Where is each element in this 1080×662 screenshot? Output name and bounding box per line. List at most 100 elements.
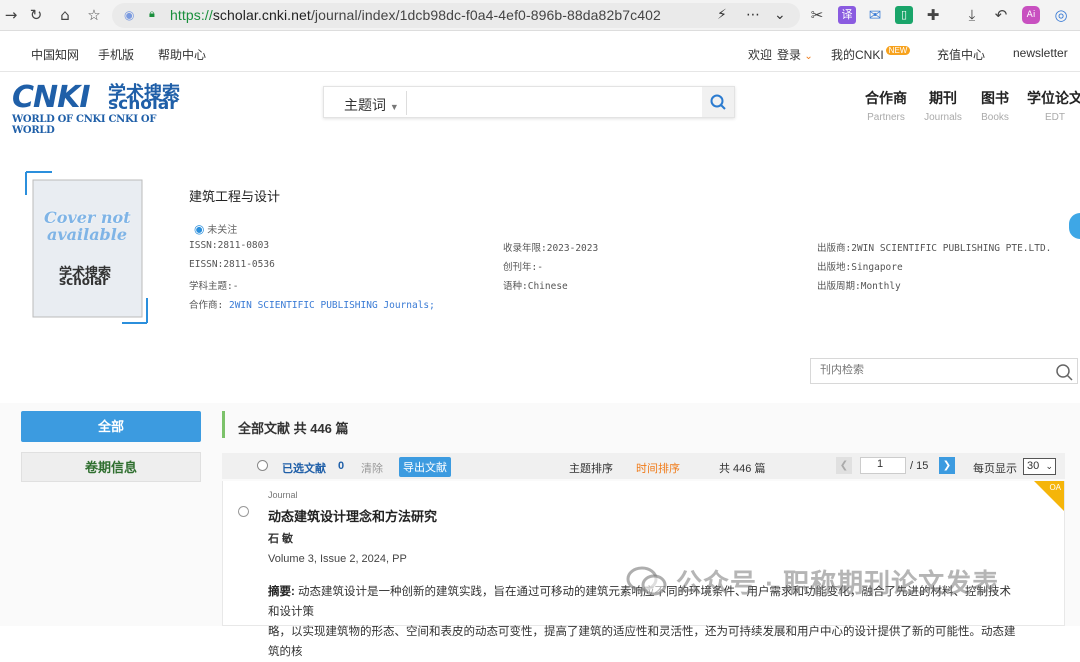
abstract-label: 摘要: [268, 586, 295, 598]
article-volume: Volume 3, Issue 2, 2024, PP [268, 553, 407, 565]
journal-cover: Cover not available 学术搜索 scholar [22, 170, 152, 325]
search-icon [710, 94, 726, 110]
total-count: 共 446 篇 [719, 463, 766, 475]
volumes-button[interactable]: 卷期信息 [21, 452, 201, 482]
side-float-button[interactable] [1069, 213, 1080, 239]
welcome-text: 欢迎 [748, 48, 773, 62]
search-button[interactable] [702, 87, 734, 117]
search-icon[interactable] [1054, 362, 1074, 382]
inner-search-box [810, 358, 1078, 384]
tab-partners-en: Partners [867, 112, 905, 123]
search-input[interactable] [414, 92, 699, 112]
site-info-icon[interactable]: ◉ [124, 8, 134, 22]
per-page-select[interactable]: 30 ⌄ [1023, 458, 1056, 475]
scissors-icon[interactable]: ✂ [808, 6, 826, 24]
abstract-line-2: 略，以实现建筑物的形态、空间和表皮的动态可变性，提高了建筑的适应性和灵活性，还为… [268, 626, 1016, 658]
login-label: 登录 [777, 48, 802, 62]
tab-journals[interactable]: 期刊 Journals [922, 88, 964, 123]
next-page-button[interactable]: ❯ [939, 457, 955, 474]
nav-cnki[interactable]: 中国知网 [31, 46, 79, 63]
partner-label: 合作商: [189, 300, 224, 311]
article-title[interactable]: 动态建筑设计理念和方法研究 [268, 506, 437, 525]
mail-icon[interactable]: ✉ [866, 6, 884, 24]
select-all-radio[interactable] [257, 460, 268, 471]
tab-journals-en: Journals [924, 112, 962, 123]
per-page-label: 每页显示 [973, 463, 1017, 475]
url-text[interactable]: https://scholar.cnki.net/journal/index/1… [170, 7, 661, 23]
eissn: EISSN:2811-0536 [189, 259, 275, 270]
lightning-icon[interactable]: ⚡ [717, 6, 727, 23]
tab-partners[interactable]: 合作商 Partners [864, 88, 908, 123]
translate-icon[interactable]: 译 [838, 6, 856, 24]
ai-icon[interactable]: Ai [1022, 6, 1040, 24]
login-link[interactable]: 登录 ⌄ [777, 46, 813, 63]
article-item: OA Journal 动态建筑设计理念和方法研究 石 敏 Volume 3, I… [222, 481, 1065, 658]
list-title: 全部文献 共 446 篇 [238, 421, 349, 436]
follow-button[interactable]: ◉ 未关注 [194, 221, 237, 236]
article-select-radio[interactable] [238, 506, 249, 517]
mycnki-label: 我的CNKI [831, 48, 884, 62]
lock-icon: 🔒︎ [149, 8, 155, 20]
all-button[interactable]: 全部 [21, 411, 201, 442]
puzzle-icon[interactable]: ✚ [924, 6, 942, 24]
tab-books-cn: 图书 [981, 90, 1009, 106]
nav-help[interactable]: 帮助中心 [158, 46, 206, 63]
page-input[interactable]: 1 [860, 457, 906, 474]
book-icon[interactable]: ▯ [895, 6, 913, 24]
favorites-icon[interactable]: ☆ [85, 6, 103, 24]
sort-topic[interactable]: 主题排序 [569, 460, 613, 476]
article-type: Journal [268, 490, 298, 500]
tab-edt-cn: 学位论文 [1027, 90, 1080, 106]
sort-time[interactable]: 时间排序 [636, 460, 680, 476]
publisher: 出版商:2WIN SCIENTIFIC PUBLISHING PTE.LTD. [817, 243, 1052, 254]
reload-icon[interactable]: ↻ [27, 6, 45, 24]
newsletter-link[interactable]: newsletter [1013, 46, 1068, 60]
frequency: 出版周期:Monthly [817, 281, 901, 292]
per-page-value: 30 [1027, 460, 1040, 472]
search-type-select[interactable]: 主题词 ▼ [344, 95, 399, 115]
new-badge: NEW [885, 46, 911, 55]
logo-tagline: WORLD OF CNKI CNKI OF WORLD [12, 114, 157, 136]
inner-search-input[interactable] [820, 364, 1040, 376]
cnki-scholar-logo[interactable]: CNKI 学术搜索 scholar WORLD OF CNKI CNKI OF … [12, 80, 192, 136]
download-icon[interactable]: ⤓ [963, 6, 981, 24]
chevron-down-icon: ⌄ [1045, 461, 1053, 471]
follow-label: 未关注 [207, 225, 238, 236]
export-button[interactable]: 导出文献 [399, 457, 451, 477]
home-icon[interactable]: ⌂ [56, 6, 74, 24]
recharge-link[interactable]: 充值中心 [937, 46, 985, 63]
logo-cnki: CNKI [12, 80, 91, 115]
language: 语种:Chinese [503, 281, 568, 292]
selected-count: 0 [338, 460, 345, 472]
partner-link[interactable]: 2WIN SCIENTIFIC PUBLISHING Journals; [229, 300, 435, 311]
place: 出版地:Singapore [817, 262, 903, 273]
search-type-label: 主题词 [344, 97, 386, 113]
tab-journals-cn: 期刊 [929, 90, 957, 106]
selected-label: 已选文献 [282, 463, 326, 475]
mycnki-link[interactable]: 我的CNKI NEW [831, 46, 911, 63]
url-path: /journal/index/1dcb98dc-f0a4-4ef0-896b-8… [310, 7, 661, 23]
issn: ISSN:2811-0803 [189, 240, 270, 251]
watermark-text: 公众号 · 职称期刊论文发表 [676, 568, 1000, 598]
eye-icon: ◉ [194, 222, 205, 236]
article-author[interactable]: 石 敏 [268, 530, 293, 546]
tab-edt[interactable]: 学位论文 EDT [1027, 88, 1080, 123]
cover-frame [25, 171, 148, 324]
clear-button[interactable]: 清除 [361, 460, 383, 476]
subject: 学科主题:- [189, 281, 239, 292]
founded: 创刊年:- [503, 262, 543, 273]
tab-books[interactable]: 图书 Books [979, 88, 1011, 123]
browser-logo-icon[interactable]: ◎ [1052, 6, 1070, 24]
journal-title: 建筑工程与设计 [189, 190, 281, 205]
more-dots-icon[interactable]: ⋯ [746, 6, 760, 23]
partner: 合作商: 2WIN SCIENTIFIC PUBLISHING Journals… [189, 297, 435, 311]
undo-icon[interactable]: ↶ [992, 6, 1010, 24]
prev-page-button[interactable]: ❮ [836, 457, 852, 474]
chevron-down-icon[interactable]: ⌄ [774, 6, 786, 23]
back-arrow-icon[interactable]: → [2, 6, 20, 24]
nav-mobile[interactable]: 手机版 [98, 46, 134, 63]
title-accent-bar [222, 411, 225, 438]
logo-scholar: scholar [108, 94, 178, 114]
address-bar[interactable]: ◉ 🔒︎ https://scholar.cnki.net/journal/in… [112, 3, 800, 28]
page-total: / 15 [910, 460, 929, 472]
